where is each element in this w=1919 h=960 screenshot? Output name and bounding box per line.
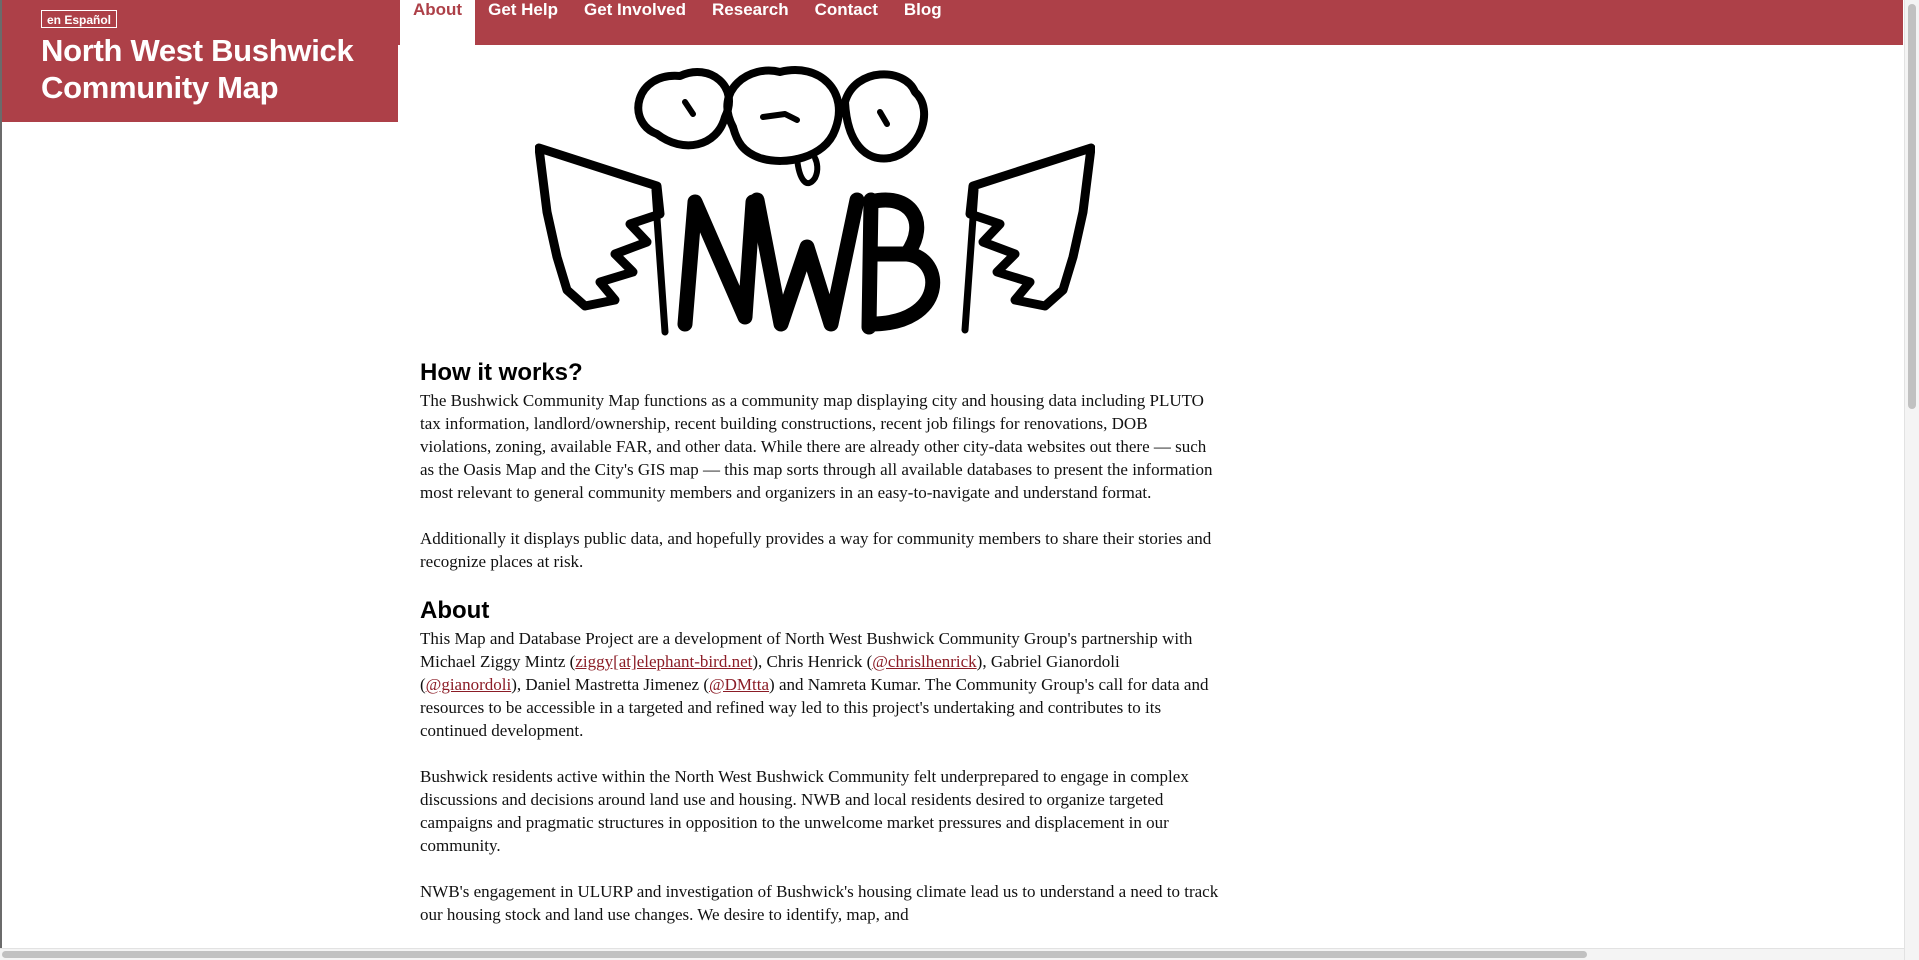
language-toggle-button[interactable]: en Español bbox=[41, 10, 118, 28]
nwb-winged-logo-icon bbox=[535, 66, 1095, 336]
horizontal-scrollbar[interactable] bbox=[0, 948, 1904, 960]
about-heading: About bbox=[420, 597, 490, 624]
about-paragraph-2: Bushwick residents active within the Nor… bbox=[420, 767, 1189, 855]
main-content: How it works? The Bushwick Community Map… bbox=[420, 358, 1220, 949]
nav-about[interactable]: About bbox=[400, 0, 476, 45]
nav-contact[interactable]: Contact bbox=[802, 0, 891, 45]
nav-blog[interactable]: Blog bbox=[891, 0, 955, 45]
window-left-edge bbox=[0, 0, 2, 960]
about-paragraph-3: NWB's engagement in ULURP and investigat… bbox=[420, 882, 1219, 924]
how-it-works-paragraph-1: The Bushwick Community Map functions as … bbox=[420, 391, 1213, 502]
twitter-link-dmtta[interactable]: @DMtta bbox=[709, 675, 769, 694]
about-text: ), Chris Henrick ( bbox=[752, 652, 873, 671]
about-text: ), Daniel Mastretta Jimenez ( bbox=[511, 675, 709, 694]
horizontal-scrollbar-thumb[interactable] bbox=[2, 951, 1587, 958]
how-it-works-heading: How it works? bbox=[420, 359, 583, 386]
main-nav: About Get Help Get Involved Research Con… bbox=[400, 0, 955, 45]
nav-get-help[interactable]: Get Help bbox=[475, 0, 571, 45]
email-link[interactable]: ziggy[at]elephant-bird.net bbox=[575, 652, 752, 671]
nav-research[interactable]: Research bbox=[699, 0, 802, 45]
site-title[interactable]: North West Bushwick Community Map bbox=[41, 32, 391, 106]
site-brand: en Español North West Bushwick Community… bbox=[2, 0, 398, 122]
how-it-works-paragraph-2: Additionally it displays public data, an… bbox=[420, 529, 1212, 571]
vertical-scrollbar-thumb[interactable] bbox=[1908, 4, 1916, 409]
about-paragraph-1: This Map and Database Project are a deve… bbox=[420, 627, 1220, 742]
twitter-link-chrislhenrick[interactable]: @chrislhenrick bbox=[872, 652, 976, 671]
nav-get-involved[interactable]: Get Involved bbox=[571, 0, 699, 45]
twitter-link-gianordoli[interactable]: @gianordoli bbox=[426, 675, 512, 694]
vertical-scrollbar[interactable] bbox=[1904, 0, 1919, 960]
